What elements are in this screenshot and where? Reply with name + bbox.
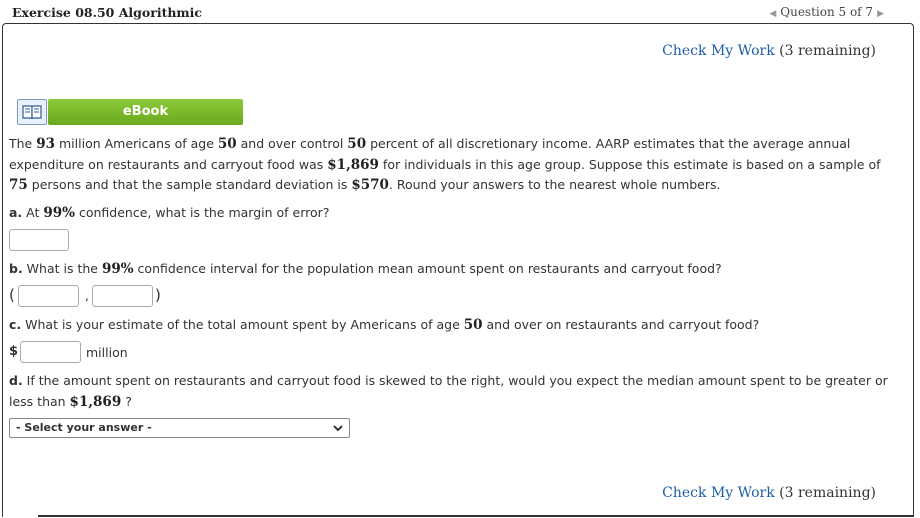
problem-content: The 93 million Americans of age 50 and o… [9,134,894,196]
unit-million: million [86,345,128,360]
interval-upper-input[interactable] [92,285,153,307]
check-my-work-link[interactable]: Check My Work [662,43,775,59]
interval-open-paren: ( [9,286,15,304]
check-remaining: (3 remaining) [779,43,876,59]
part-c-question: c. What is your estimate of the total am… [9,317,760,333]
select-value: - Select your answer - [16,421,152,434]
book-icon[interactable] [17,99,47,125]
check-my-work-link-bottom[interactable]: Check My Work [662,485,775,501]
problem-statement: The 93 million Americans of age 50 and o… [9,136,881,193]
currency-symbol: $ [9,344,19,359]
part-a-question: a. At 99% confidence, what is the margin… [9,205,330,221]
margin-of-error-input[interactable] [9,229,69,251]
prev-question-icon[interactable]: ◀ [769,9,776,19]
exercise-header: Exercise 08.50 Algorithmic ◀ Question 5 o… [0,0,920,24]
interval-close-paren: ) [155,286,161,304]
check-my-work-bottom: Check My Work (3 remaining) [662,485,876,501]
check-my-work-top: Check My Work (3 remaining) [662,43,876,59]
interval-lower-input[interactable] [18,285,79,307]
check-remaining-bottom: (3 remaining) [779,485,876,501]
part-d-question: d. If the amount spent on restaurants an… [9,373,888,410]
panel-bottom-border [38,515,913,517]
total-amount-input[interactable] [20,341,81,363]
question-position: Question 5 of 7 [780,5,874,19]
exercise-title: Exercise 08.50 Algorithmic [12,5,203,20]
ebook-button[interactable]: eBook [48,99,243,125]
next-question-icon[interactable]: ▶ [877,9,884,19]
interval-comma: , [85,289,89,303]
question-navigator[interactable]: ◀ Question 5 of 7 ▶ [765,5,888,19]
chevron-down-icon [333,425,343,432]
part-b-question: b. What is the 99% confidence interval f… [9,261,722,277]
answer-select[interactable]: - Select your answer - [9,418,350,438]
